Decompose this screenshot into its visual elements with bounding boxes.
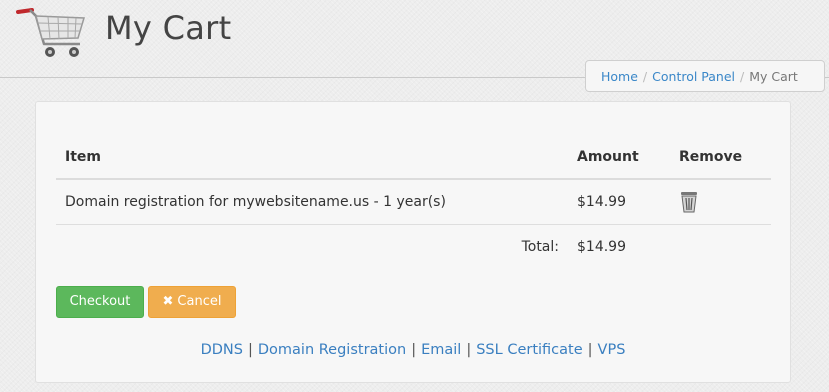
breadcrumb-control-panel[interactable]: Control Panel — [652, 69, 735, 84]
total-label: Total: — [521, 239, 559, 255]
table-row: Domain registration for mywebsitename.us… — [56, 179, 771, 225]
cart-item-amount: $14.99 — [568, 179, 670, 225]
page-title: My Cart — [105, 9, 232, 47]
breadcrumb-current: My Cart — [749, 69, 798, 84]
checkout-button[interactable]: Checkout — [56, 286, 144, 318]
shopping-cart-icon — [16, 8, 85, 57]
cart-item-name: Domain registration for mywebsitename.us… — [56, 179, 568, 225]
cancel-label: Cancel — [177, 294, 222, 309]
footer-link-ddns[interactable]: DDNS — [201, 342, 243, 358]
column-header-item: Item — [56, 136, 568, 180]
footer-link-vps[interactable]: VPS — [598, 342, 626, 358]
cart-table: Item Amount Remove Domain registration f… — [56, 136, 771, 269]
cart-panel: Item Amount Remove Domain registration f… — [35, 101, 791, 383]
breadcrumb-home[interactable]: Home — [601, 69, 638, 84]
total-row: Total: $14.99 — [56, 225, 771, 270]
column-header-amount: Amount — [568, 136, 670, 180]
footer-link-ssl-certificate[interactable]: SSL Certificate — [476, 342, 582, 358]
footer-link-domain-registration[interactable]: Domain Registration — [258, 342, 406, 358]
close-icon: ✖ — [162, 294, 174, 309]
breadcrumb-separator: / — [740, 69, 745, 84]
breadcrumb-separator: / — [642, 69, 648, 84]
footer-links: DDNS | Domain Registration | Email | SSL Certi… — [200, 342, 626, 358]
breadcrumb: Home / Control Panel / My Cart — [585, 60, 825, 92]
column-header-remove: Remove — [670, 136, 771, 180]
table-header-row: Item Amount Remove — [56, 136, 771, 180]
total-value: $14.99 — [577, 239, 626, 255]
footer-link-email[interactable]: Email — [421, 342, 461, 358]
trash-icon[interactable] — [679, 190, 699, 214]
cancel-button[interactable]: ✖ Cancel — [148, 286, 236, 318]
remove-button[interactable] — [670, 179, 771, 225]
